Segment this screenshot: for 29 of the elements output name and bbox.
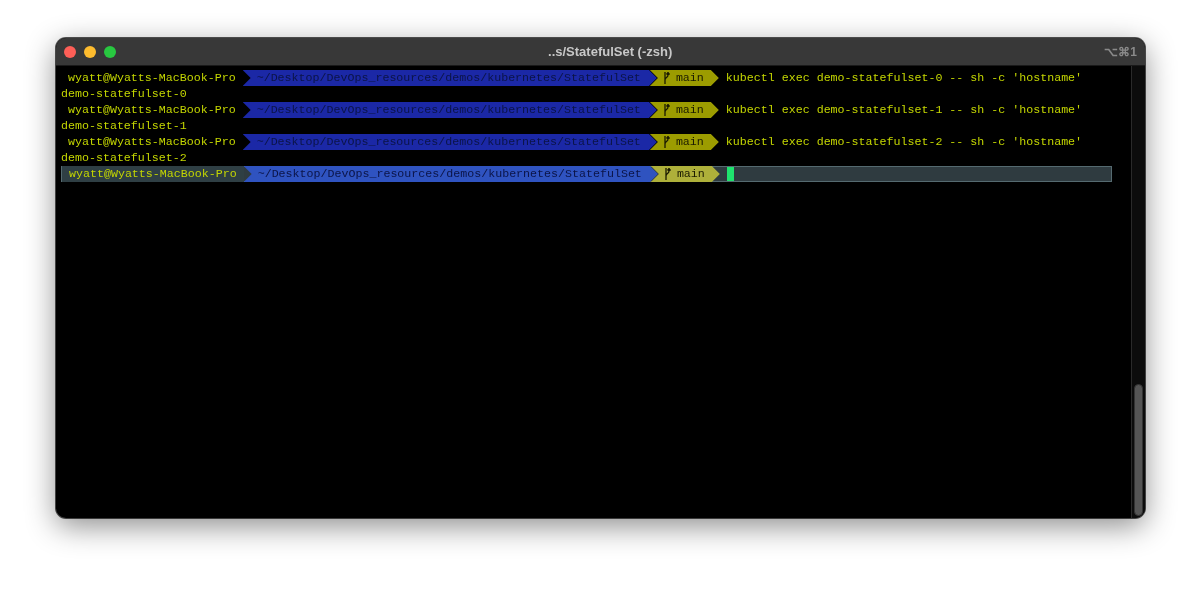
branch-icon [662,72,670,84]
prompt-user: wyatt@Wyatts-MacBook-Pro [62,166,244,182]
zoom-button[interactable] [104,45,116,58]
command-text: kubectl exec demo-statefulset-2 -- sh -c 'hostname' [724,134,1083,150]
output-line: demo-statefulset-2 [61,150,187,166]
prompt-user: wyatt@Wyatts-MacBook-Pro [67,134,237,150]
prompt-branch: main [649,102,719,118]
output-line: demo-statefulset-0 [61,86,187,102]
prompt-user: wyatt@Wyatts-MacBook-Pro [67,70,237,86]
prompt-path: ~/Desktop/DevOps_resources/demos/kubernetes/StatefulSet [242,102,657,118]
prompt-branch: main [649,70,719,86]
branch-icon [663,168,671,180]
prompt-branch: main [649,134,719,150]
scrollbar-thumb[interactable] [1134,384,1143,516]
prompt-branch: main [650,166,720,182]
close-button[interactable] [64,45,76,58]
command-text: kubectl exec demo-statefulset-0 -- sh -c 'hostname' [724,70,1083,86]
prompt-path: ~/Desktop/DevOps_resources/demos/kubernetes/StatefulSet [243,166,658,182]
command-text: kubectl exec demo-statefulset-1 -- sh -c 'hostname' [724,102,1083,118]
text-cursor [726,167,734,181]
branch-icon [662,136,670,148]
branch-icon [662,104,670,116]
prompt-path: ~/Desktop/DevOps_resources/demos/kubernetes/StatefulSet [242,70,657,86]
shortcut-label: ⌥⌘1 [1104,44,1137,59]
prompt-user: wyatt@Wyatts-MacBook-Pro [67,102,237,118]
minimize-button[interactable] [84,45,96,58]
output-line: demo-statefulset-1 [61,118,187,134]
prompt-path: ~/Desktop/DevOps_resources/demos/kubernetes/StatefulSet [242,134,657,150]
window-title: ..s/StatefulSet (-zsh) [547,44,674,59]
